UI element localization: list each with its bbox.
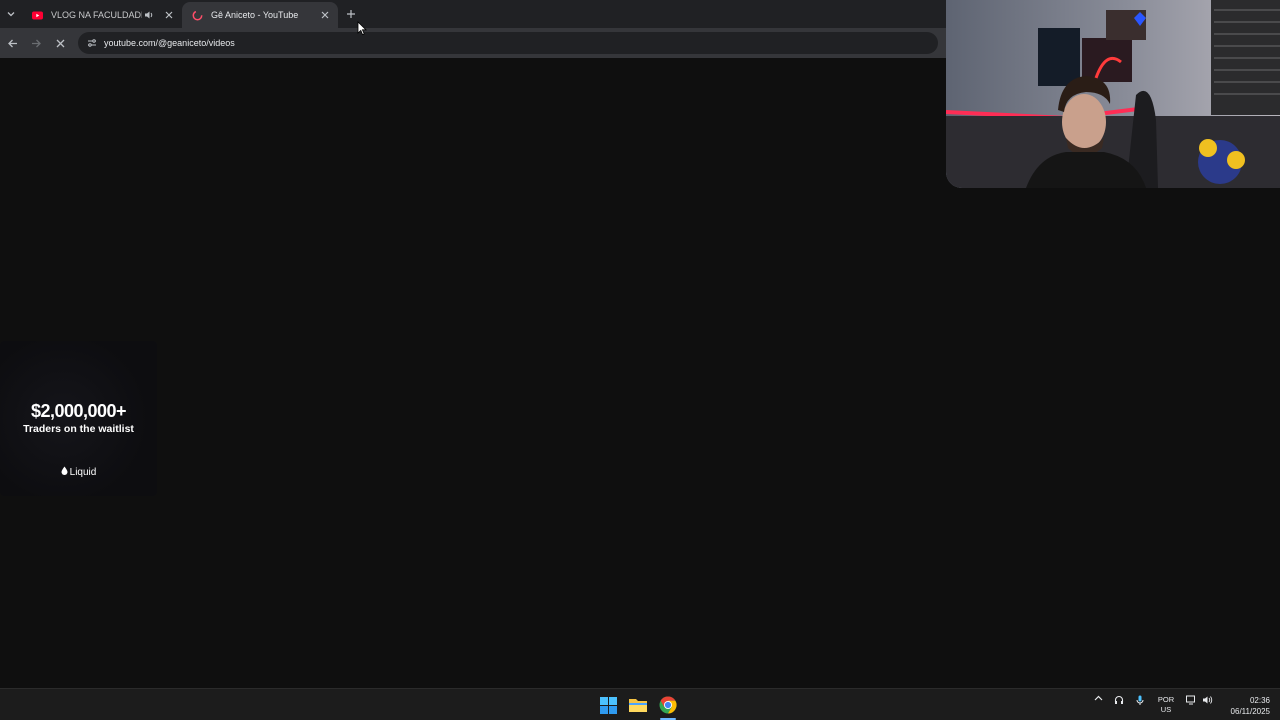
chrome-icon[interactable] [657,694,679,716]
mouse-pointer-icon [357,21,367,36]
address-bar[interactable]: youtube.com/@geaniceto/videos [78,32,938,54]
webcam-overlay [946,0,1280,188]
network-icon[interactable] [1184,695,1198,705]
back-arrow-icon[interactable] [3,34,21,52]
ad-amount: $2,000,000+ [30,401,127,421]
show-hidden-icons-chevron-icon[interactable] [1091,695,1105,701]
windows-start-icon[interactable] [597,694,619,716]
volume-icon[interactable] [1200,695,1214,705]
clock-time: 02:36 [1249,696,1270,705]
ad-brand: Liquid [0,466,157,478]
keyboard-layout-label: US [1160,705,1172,714]
taskbar: POR US 02:36 06/11/2025 [0,688,1280,720]
ad-subtitle: Traders on the waitlist [23,423,134,435]
site-settings-icon[interactable] [86,37,98,49]
input-language-indicator[interactable]: POR US [1154,695,1178,715]
tab-vlog[interactable]: VLOG NA FACULDADE EM M [22,2,182,28]
tab-youtube-channel[interactable]: Gê Aniceto - YouTube [182,2,338,28]
clock-date: 06/11/2025 [1230,707,1270,716]
ad-card[interactable]: $2,000,000+ Traders on the waitlist Liqu… [0,341,157,496]
file-explorer-icon[interactable] [627,694,649,716]
stop-loading-icon[interactable] [51,34,69,52]
youtube-favicon-icon [32,10,43,21]
language-label: POR [1157,695,1175,704]
microphone-icon[interactable] [1133,695,1147,706]
clock[interactable]: 02:36 06/11/2025 [1220,695,1270,717]
tab-title: VLOG NA FACULDADE EM M [51,10,142,20]
loading-favicon-icon [192,10,203,21]
headphones-icon[interactable] [1112,695,1126,705]
close-tab-icon[interactable] [162,8,176,22]
url-text: youtube.com/@geaniceto/videos [104,38,235,48]
tab-search-chevron-icon[interactable] [2,5,20,23]
speaker-icon[interactable] [142,8,156,22]
forward-arrow-icon[interactable] [27,34,45,52]
tab-title: Gê Aniceto - YouTube [211,10,299,20]
close-tab-icon[interactable] [318,8,332,22]
droplet-icon [61,466,68,478]
new-tab-plus-icon[interactable] [343,6,359,22]
ad-brand-label: Liquid [69,466,97,478]
